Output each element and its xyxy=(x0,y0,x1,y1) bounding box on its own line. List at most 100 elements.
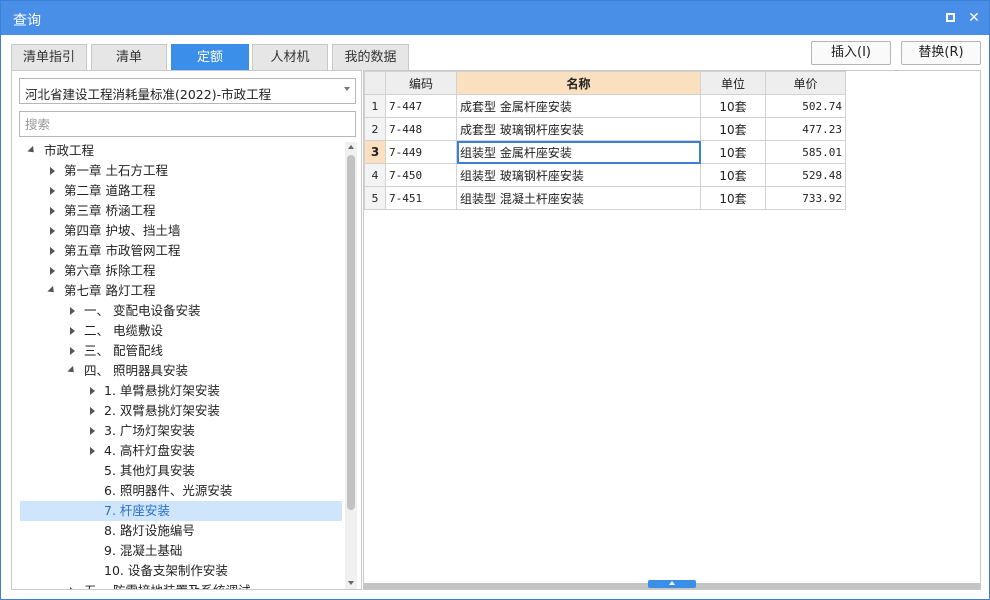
cell-price[interactable]: 585.01 xyxy=(765,140,846,164)
cell-name[interactable]: 成套型 金属杆座安装 xyxy=(456,94,701,118)
tree-item[interactable]: 一、 变配电设备安装 xyxy=(20,301,342,321)
cell-price[interactable]: 502.74 xyxy=(765,94,846,118)
tree-item[interactable]: 第一章 土石方工程 xyxy=(20,161,342,181)
cell-code[interactable]: 7-448 xyxy=(385,117,457,141)
tree-item[interactable]: 第三章 桥涵工程 xyxy=(20,201,342,221)
cell-price[interactable]: 733.92 xyxy=(765,186,846,210)
collapse-arrow-icon[interactable] xyxy=(48,221,58,241)
tree-item[interactable]: 7. 杆座安装 xyxy=(20,501,342,521)
tree-item[interactable]: 第四章 护坡、挡土墙 xyxy=(20,221,342,241)
collapse-arrow-icon[interactable] xyxy=(68,341,78,361)
collapse-arrow-icon[interactable] xyxy=(88,421,98,441)
table-row[interactable]: 3 7-449 组装型 金属杆座安装 10套 585.01 xyxy=(364,140,846,164)
tree-item-label: 第四章 护坡、挡土墙 xyxy=(64,223,181,238)
collapse-arrow-icon[interactable] xyxy=(48,201,58,221)
tree-item[interactable]: 五、 防雷接地装置及系统调试 xyxy=(20,581,342,589)
tree-item[interactable]: 2. 双臂悬挑灯架安装 xyxy=(20,401,342,421)
tree-item[interactable]: 4. 高杆灯盘安装 xyxy=(20,441,342,461)
maximize-icon[interactable] xyxy=(939,7,961,29)
scrollbar-thumb[interactable] xyxy=(347,155,355,510)
cell-code[interactable]: 7-449 xyxy=(385,140,457,164)
expand-arrow-icon[interactable] xyxy=(68,361,78,381)
collapse-arrow-icon[interactable] xyxy=(48,181,58,201)
tree-item[interactable]: 第六章 拆除工程 xyxy=(20,261,342,281)
quota-list-panel: 编码 名称 单位 单价 1 7-447 成套型 金属杆座安装 10套 502.74 2 7-… xyxy=(363,70,981,590)
tree-item-label: 9. 混凝土基础 xyxy=(104,543,183,558)
tree-item-label: 1. 单臂悬挑灯架安装 xyxy=(104,383,220,398)
tab-my-data[interactable]: 我的数据 xyxy=(332,44,409,70)
horizontal-scrollbar[interactable] xyxy=(364,580,980,589)
insert-button[interactable]: 插入(I) xyxy=(811,41,891,65)
tree-item[interactable]: 第二章 道路工程 xyxy=(20,181,342,201)
tree-scrollbar[interactable] xyxy=(345,142,357,589)
table-row[interactable]: 2 7-448 成套型 玻璃钢杆座安装 10套 477.23 xyxy=(364,117,846,141)
tab-quota[interactable]: 定额 xyxy=(171,44,249,70)
table-row[interactable]: 4 7-450 组装型 玻璃钢杆座安装 10套 529.48 xyxy=(364,163,846,187)
cell-name[interactable]: 成套型 玻璃钢杆座安装 xyxy=(456,117,701,141)
cell-code[interactable]: 7-447 xyxy=(385,94,457,118)
cell-unit[interactable]: 10套 xyxy=(700,94,766,118)
tree-item-label: 三、 配管配线 xyxy=(84,343,163,358)
tree-item[interactable]: 6. 照明器件、光源安装 xyxy=(20,481,342,501)
cell-unit[interactable]: 10套 xyxy=(700,163,766,187)
scroll-down-icon[interactable] xyxy=(348,581,354,585)
collapse-arrow-icon[interactable] xyxy=(68,321,78,341)
collapse-arrow-icon[interactable] xyxy=(48,261,58,281)
row-number[interactable]: 4 xyxy=(364,163,386,187)
tree-item[interactable]: 三、 配管配线 xyxy=(20,341,342,361)
tree-item[interactable]: 市政工程 xyxy=(20,141,342,161)
tab-labor-material-machine[interactable]: 人材机 xyxy=(252,44,328,70)
collapse-arrow-icon[interactable] xyxy=(68,301,78,321)
cell-name[interactable]: 组装型 金属杆座安装 xyxy=(456,140,701,164)
tree-item[interactable]: 10. 设备支架制作安装 xyxy=(20,561,342,581)
scroll-up-icon[interactable] xyxy=(348,145,354,149)
tree-item[interactable]: 9. 混凝土基础 xyxy=(20,541,342,561)
column-header-name[interactable]: 名称 xyxy=(456,71,701,95)
replace-button[interactable]: 替换(R) xyxy=(901,41,981,65)
library-select[interactable]: 河北省建设工程消耗量标准(2022)-市政工程 xyxy=(19,78,356,104)
table-row[interactable]: 5 7-451 组装型 混凝土杆座安装 10套 733.92 xyxy=(364,186,846,210)
cell-name[interactable]: 组装型 混凝土杆座安装 xyxy=(456,186,701,210)
tree-item[interactable]: 8. 路灯设施编号 xyxy=(20,521,342,541)
cell-price[interactable]: 477.23 xyxy=(765,117,846,141)
query-window: 查询 ✕ 清单指引 清单 定额 人材机 我的数据 插入(I) 替换(R) 河北省… xyxy=(0,0,990,600)
tree-item[interactable]: 四、 照明器具安装 xyxy=(20,361,342,381)
tab-bill[interactable]: 清单 xyxy=(91,44,167,70)
column-header-code[interactable]: 编码 xyxy=(385,71,457,95)
tree-item[interactable]: 5. 其他灯具安装 xyxy=(20,461,342,481)
row-number[interactable]: 1 xyxy=(364,94,386,118)
row-number[interactable]: 2 xyxy=(364,117,386,141)
tree-item[interactable]: 1. 单臂悬挑灯架安装 xyxy=(20,381,342,401)
table-row[interactable]: 1 7-447 成套型 金属杆座安装 10套 502.74 xyxy=(364,94,846,118)
close-icon[interactable]: ✕ xyxy=(963,7,985,29)
collapse-arrow-icon[interactable] xyxy=(88,441,98,461)
cell-price[interactable]: 529.48 xyxy=(765,163,846,187)
cell-name[interactable]: 组装型 玻璃钢杆座安装 xyxy=(456,163,701,187)
collapse-arrow-icon[interactable] xyxy=(48,161,58,181)
row-number[interactable]: 5 xyxy=(364,186,386,210)
tree-item[interactable]: 3. 广场灯架安装 xyxy=(20,421,342,441)
tree-item[interactable]: 第五章 市政管网工程 xyxy=(20,241,342,261)
cell-code[interactable]: 7-450 xyxy=(385,163,457,187)
cell-unit[interactable]: 10套 xyxy=(700,186,766,210)
tree-item-label: 市政工程 xyxy=(44,143,95,158)
expand-arrow-icon[interactable] xyxy=(28,141,38,161)
tree-item-label: 第二章 道路工程 xyxy=(64,183,156,198)
cell-code[interactable]: 7-451 xyxy=(385,186,457,210)
search-input[interactable] xyxy=(19,111,356,137)
collapse-arrow-icon[interactable] xyxy=(68,581,78,589)
cell-unit[interactable]: 10套 xyxy=(700,140,766,164)
column-header-unit[interactable]: 单位 xyxy=(700,71,766,95)
tree-item[interactable]: 二、 电缆敷设 xyxy=(20,321,342,341)
collapse-arrow-icon[interactable] xyxy=(88,381,98,401)
cell-unit[interactable]: 10套 xyxy=(700,117,766,141)
library-select-value: 河北省建设工程消耗量标准(2022)-市政工程 xyxy=(25,87,272,102)
row-number[interactable]: 3 xyxy=(364,140,386,164)
tab-bill-guide[interactable]: 清单指引 xyxy=(11,44,87,70)
column-header-price[interactable]: 单价 xyxy=(765,71,846,95)
collapse-arrow-icon[interactable] xyxy=(48,241,58,261)
collapse-handle-icon[interactable] xyxy=(648,580,696,588)
expand-arrow-icon[interactable] xyxy=(48,281,58,301)
collapse-arrow-icon[interactable] xyxy=(88,401,98,421)
tree-item[interactable]: 第七章 路灯工程 xyxy=(20,281,342,301)
